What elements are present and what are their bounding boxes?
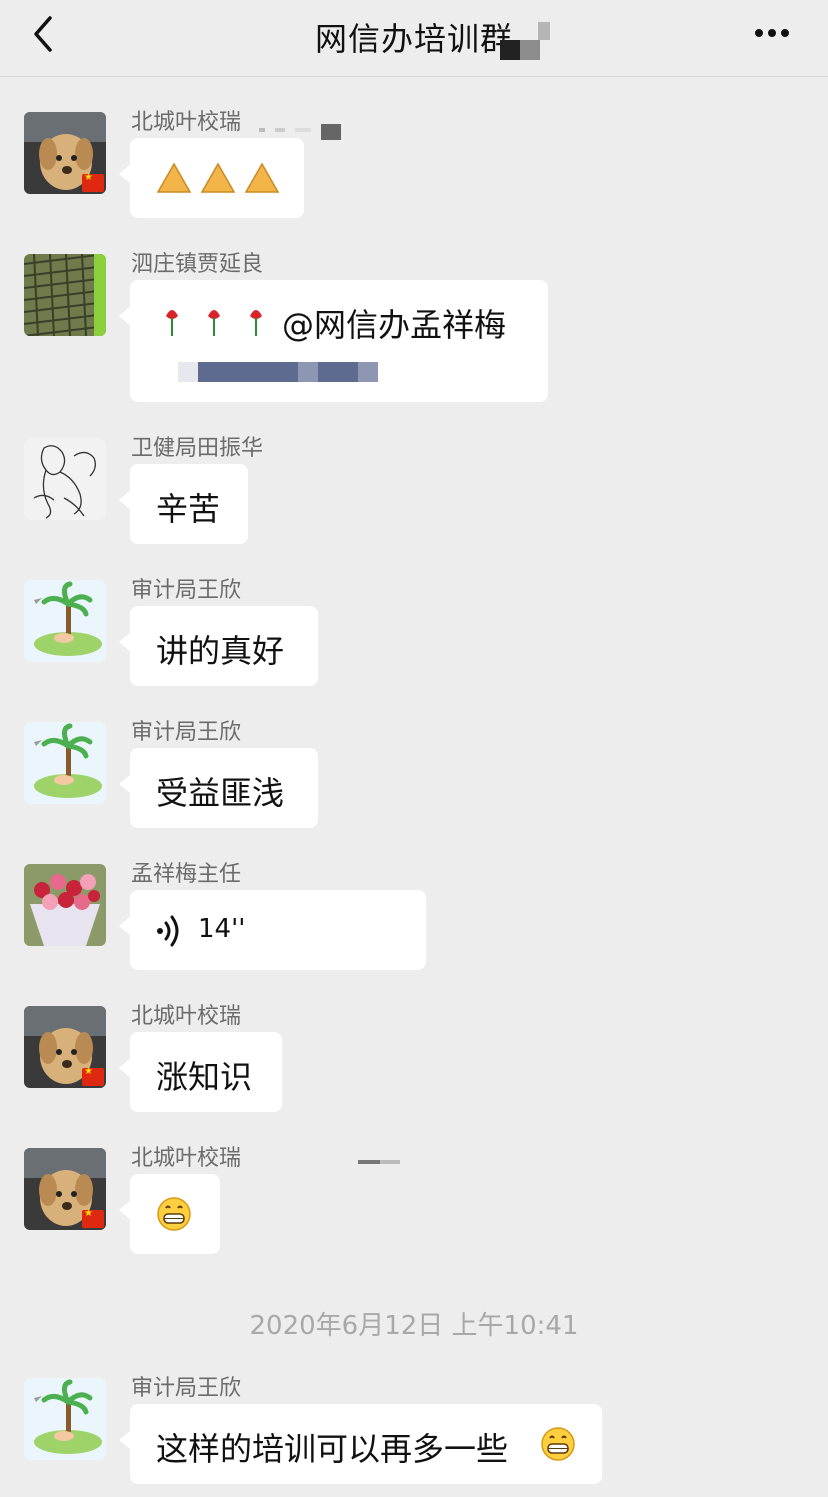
sender-name: 北城叶校瑞 — [131, 110, 242, 135]
more-options-icon[interactable] — [754, 26, 790, 40]
navigation-bar: 网信办培训群 — [0, 0, 828, 77]
message-text: 讲的真好 — [156, 632, 285, 670]
avatar[interactable] — [24, 580, 106, 662]
flowers-avatar-icon — [24, 864, 106, 946]
message-bubble[interactable]: 这样的培训可以再多一些 — [119, 1404, 602, 1484]
message-bubble[interactable]: 辛苦 — [119, 464, 248, 544]
china-flag-icon — [82, 1066, 104, 1086]
message-bubble[interactable]: @网信办孟祥梅 — [119, 280, 548, 402]
voice-wave-icon — [157, 915, 179, 947]
voice-message-bubble[interactable]: 14'' — [119, 890, 426, 970]
avatar[interactable] — [24, 1148, 106, 1230]
redacted-text-block — [178, 362, 378, 382]
avatar[interactable] — [24, 254, 106, 336]
avatar[interactable] — [24, 1006, 106, 1088]
sender-name: 卫健局田振华 — [131, 436, 264, 461]
sender-name: 审计局王欣 — [131, 720, 242, 745]
sender-name: 审计局王欣 — [131, 1376, 242, 1401]
sketch-avatar-icon — [24, 438, 106, 520]
message-text: 这样的培训可以再多一些 — [156, 1430, 509, 1468]
rose-emoji-icon — [166, 310, 262, 336]
message-text: 受益匪浅 — [156, 774, 285, 812]
avatar[interactable] — [24, 1378, 106, 1460]
message-text: 辛苦 — [156, 490, 221, 528]
avatar[interactable] — [24, 112, 106, 194]
message-bubble[interactable] — [119, 138, 304, 218]
sender-name: 审计局王欣 — [131, 578, 242, 603]
china-flag-icon — [82, 172, 104, 192]
grin-emoji-icon — [541, 1427, 575, 1461]
chat-timestamp: 2020年6月12日 上午10:41 — [249, 1311, 579, 1341]
message-bubble[interactable] — [119, 1174, 220, 1254]
message-bubble[interactable]: 讲的真好 — [119, 606, 318, 686]
island-avatar-icon — [24, 580, 106, 662]
message-bubble[interactable]: 受益匪浅 — [119, 748, 318, 828]
chat-title: 网信办培训群 — [314, 20, 513, 58]
pinched-fingers-emoji-icon — [156, 162, 280, 193]
sender-name: 泗庄镇贾延良 — [131, 252, 264, 277]
message-text: 涨知识 — [156, 1058, 253, 1096]
avatar[interactable] — [24, 722, 106, 804]
avatar[interactable] — [24, 864, 106, 946]
voice-duration: 14'' — [198, 914, 246, 944]
china-flag-icon — [82, 1208, 104, 1228]
avatar[interactable] — [24, 438, 106, 520]
building-avatar-icon — [24, 254, 106, 336]
redacted-count-block — [500, 22, 550, 60]
sender-name: 孟祥梅主任 — [131, 862, 242, 887]
sender-name: 北城叶校瑞 — [131, 1146, 242, 1171]
message-bubble[interactable]: 涨知识 — [119, 1032, 282, 1112]
island-avatar-icon — [24, 722, 106, 804]
island-avatar-icon — [24, 1378, 106, 1460]
sender-name: 北城叶校瑞 — [131, 1004, 242, 1029]
message-text: @网信办孟祥梅 — [282, 306, 507, 344]
grin-emoji-icon — [157, 1197, 191, 1231]
redacted-name-suffix — [358, 1160, 400, 1164]
